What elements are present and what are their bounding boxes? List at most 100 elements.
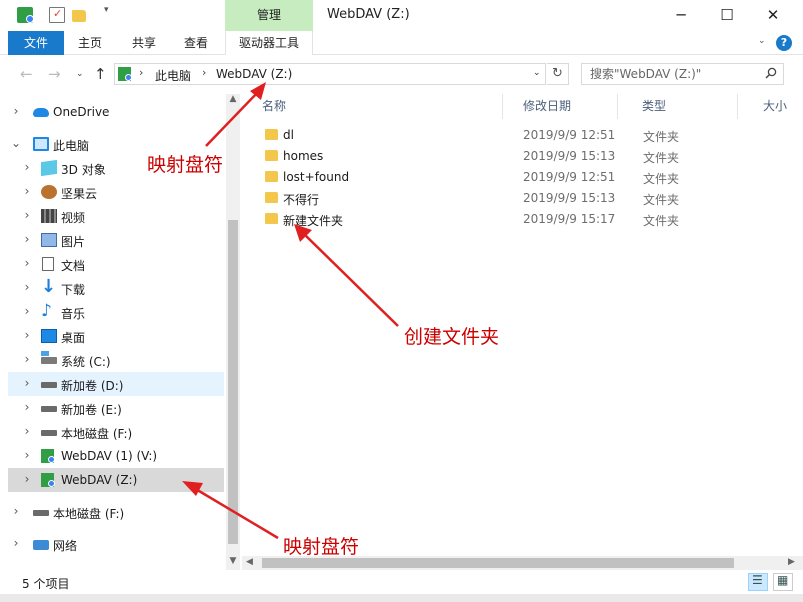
- nav-item-label: 图片: [61, 235, 86, 249]
- chevron-right-icon[interactable]: ›: [22, 448, 32, 462]
- nav-item-videos[interactable]: › 视频: [8, 204, 224, 228]
- expand-ribbon-icon[interactable]: ⌄: [758, 36, 766, 46]
- breadcrumb-this-pc[interactable]: 此电脑: [155, 67, 191, 84]
- nav-item-local-disk-f[interactable]: › 本地磁盘 (F:): [8, 500, 224, 524]
- music-icon: [41, 301, 57, 321]
- network-drive-icon: [17, 7, 34, 23]
- address-bar[interactable]: › 此电脑 › WebDAV (Z:) ⌄: [114, 63, 546, 85]
- nav-item-downloads[interactable]: › 下载: [8, 276, 224, 300]
- forward-icon[interactable]: →: [48, 65, 61, 83]
- file-date: 2019/9/9 12:51: [523, 170, 616, 184]
- search-input[interactable]: [582, 64, 758, 84]
- nav-item-drive-e[interactable]: › 新加卷 (E:): [8, 396, 224, 420]
- tab-file[interactable]: 文件: [8, 31, 64, 55]
- nav-item-music[interactable]: › 音乐: [8, 300, 224, 324]
- chevron-right-icon[interactable]: ›: [22, 352, 32, 366]
- chevron-right-icon[interactable]: ›: [22, 400, 32, 414]
- tab-view[interactable]: 查看: [174, 31, 218, 55]
- minimize-button[interactable]: ─: [658, 0, 704, 31]
- scroll-left-icon[interactable]: ◀: [246, 557, 253, 567]
- maximize-button[interactable]: ☐: [704, 0, 750, 31]
- recent-locations-icon[interactable]: ⌄: [76, 69, 84, 79]
- nav-item-label: 视频: [61, 211, 86, 225]
- nav-item-nutstore[interactable]: › 坚果云: [8, 180, 224, 204]
- table-row[interactable]: 不得行 2019/9/9 15:13 文件夹: [262, 188, 792, 209]
- chevron-right-icon[interactable]: ›: [11, 104, 21, 118]
- chevron-right-icon[interactable]: ›: [139, 66, 143, 79]
- chevron-right-icon[interactable]: ›: [22, 304, 32, 318]
- details-view-icon[interactable]: [748, 573, 768, 591]
- chevron-right-icon[interactable]: ›: [11, 504, 21, 518]
- nav-item-network[interactable]: › 网络: [8, 532, 224, 556]
- help-icon[interactable]: ?: [776, 35, 792, 51]
- nav-item-drive-d[interactable]: › 新加卷 (D:): [8, 372, 224, 396]
- file-type: 文件夹: [643, 172, 680, 186]
- chevron-right-icon[interactable]: ›: [22, 328, 32, 342]
- properties-icon[interactable]: [49, 7, 65, 23]
- scroll-up-icon[interactable]: ▲: [226, 94, 240, 104]
- nav-item-webdav-v[interactable]: › WebDAV (1) (V:): [8, 444, 224, 468]
- column-name[interactable]: 名称: [242, 94, 503, 119]
- chevron-right-icon[interactable]: ›: [22, 472, 32, 486]
- tab-share[interactable]: 共享: [122, 31, 166, 55]
- scrollbar-thumb[interactable]: [262, 558, 734, 568]
- large-icons-view-icon[interactable]: [773, 573, 793, 591]
- drive-icon: [33, 510, 49, 516]
- nav-item-pictures[interactable]: › 图片: [8, 228, 224, 252]
- nav-item-label: 系统 (C:): [61, 355, 111, 369]
- chevron-right-icon[interactable]: ›: [22, 280, 32, 294]
- status-bar: 5 个项目: [0, 570, 803, 594]
- nav-item-webdav-z[interactable]: › WebDAV (Z:): [8, 468, 224, 492]
- column-date-modified[interactable]: 修改日期: [503, 94, 618, 119]
- table-row[interactable]: lost+found 2019/9/9 12:51 文件夹: [262, 167, 792, 188]
- table-row[interactable]: dl 2019/9/9 12:51 文件夹: [262, 125, 792, 146]
- up-icon[interactable]: ↑: [94, 65, 107, 83]
- search-icon[interactable]: [765, 67, 777, 79]
- tab-drive-tools[interactable]: 驱动器工具: [225, 31, 313, 55]
- chevron-down-icon[interactable]: ⌄: [533, 68, 541, 78]
- scroll-down-icon[interactable]: ▼: [226, 556, 240, 566]
- chevron-right-icon[interactable]: ›: [22, 160, 32, 174]
- table-row[interactable]: 新建文件夹 2019/9/9 15:17 文件夹: [262, 209, 792, 230]
- file-date: 2019/9/9 12:51: [523, 128, 616, 142]
- column-type[interactable]: 类型: [618, 94, 738, 119]
- network-drive-icon: [118, 67, 132, 81]
- chevron-right-icon[interactable]: ›: [202, 66, 206, 79]
- chevron-right-icon[interactable]: ›: [22, 208, 32, 222]
- manage-context-tab[interactable]: 管理: [225, 0, 313, 31]
- close-button[interactable]: ✕: [750, 0, 796, 31]
- nav-item-label: 文档: [61, 259, 86, 273]
- computer-icon: [33, 137, 49, 151]
- chevron-down-icon[interactable]: ⌄: [11, 136, 21, 150]
- chevron-right-icon[interactable]: ›: [22, 232, 32, 246]
- nav-item-drive-c[interactable]: › 系统 (C:): [8, 348, 224, 372]
- new-folder-icon[interactable]: [72, 10, 86, 22]
- scrollbar-thumb[interactable]: [228, 220, 238, 544]
- chevron-right-icon[interactable]: ›: [22, 184, 32, 198]
- nav-item-drive-f[interactable]: › 本地磁盘 (F:): [8, 420, 224, 444]
- chevron-right-icon[interactable]: ›: [22, 424, 32, 438]
- navigation-pane-scrollbar[interactable]: ▲ ▼: [226, 94, 240, 570]
- nav-item-label: 坚果云: [61, 187, 98, 201]
- nav-item-onedrive[interactable]: › OneDrive: [8, 100, 224, 124]
- back-icon[interactable]: ←: [20, 65, 33, 83]
- scroll-right-icon[interactable]: ▶: [788, 557, 795, 567]
- column-header: ⌃ 名称 修改日期 类型 大小: [242, 94, 803, 119]
- drive-icon: [41, 382, 57, 388]
- quick-access-dropdown-icon[interactable]: ▾: [104, 5, 109, 15]
- nav-item-label: 本地磁盘 (F:): [61, 427, 133, 441]
- chevron-right-icon[interactable]: ›: [22, 376, 32, 390]
- folder-icon: [265, 171, 278, 182]
- nav-item-documents[interactable]: › 文档: [8, 252, 224, 276]
- tab-home[interactable]: 主页: [68, 31, 112, 55]
- chevron-right-icon[interactable]: ›: [11, 536, 21, 550]
- chevron-right-icon[interactable]: ›: [22, 256, 32, 270]
- folder-icon: [265, 213, 278, 224]
- table-row[interactable]: homes 2019/9/9 15:13 文件夹: [262, 146, 792, 167]
- refresh-button[interactable]: ↻: [547, 63, 569, 85]
- nav-item-desktop[interactable]: › 桌面: [8, 324, 224, 348]
- breadcrumb-webdav-z[interactable]: WebDAV (Z:): [216, 67, 292, 81]
- column-size[interactable]: 大小: [738, 94, 803, 119]
- search-box[interactable]: [581, 63, 784, 85]
- file-date: 2019/9/9 15:13: [523, 191, 616, 205]
